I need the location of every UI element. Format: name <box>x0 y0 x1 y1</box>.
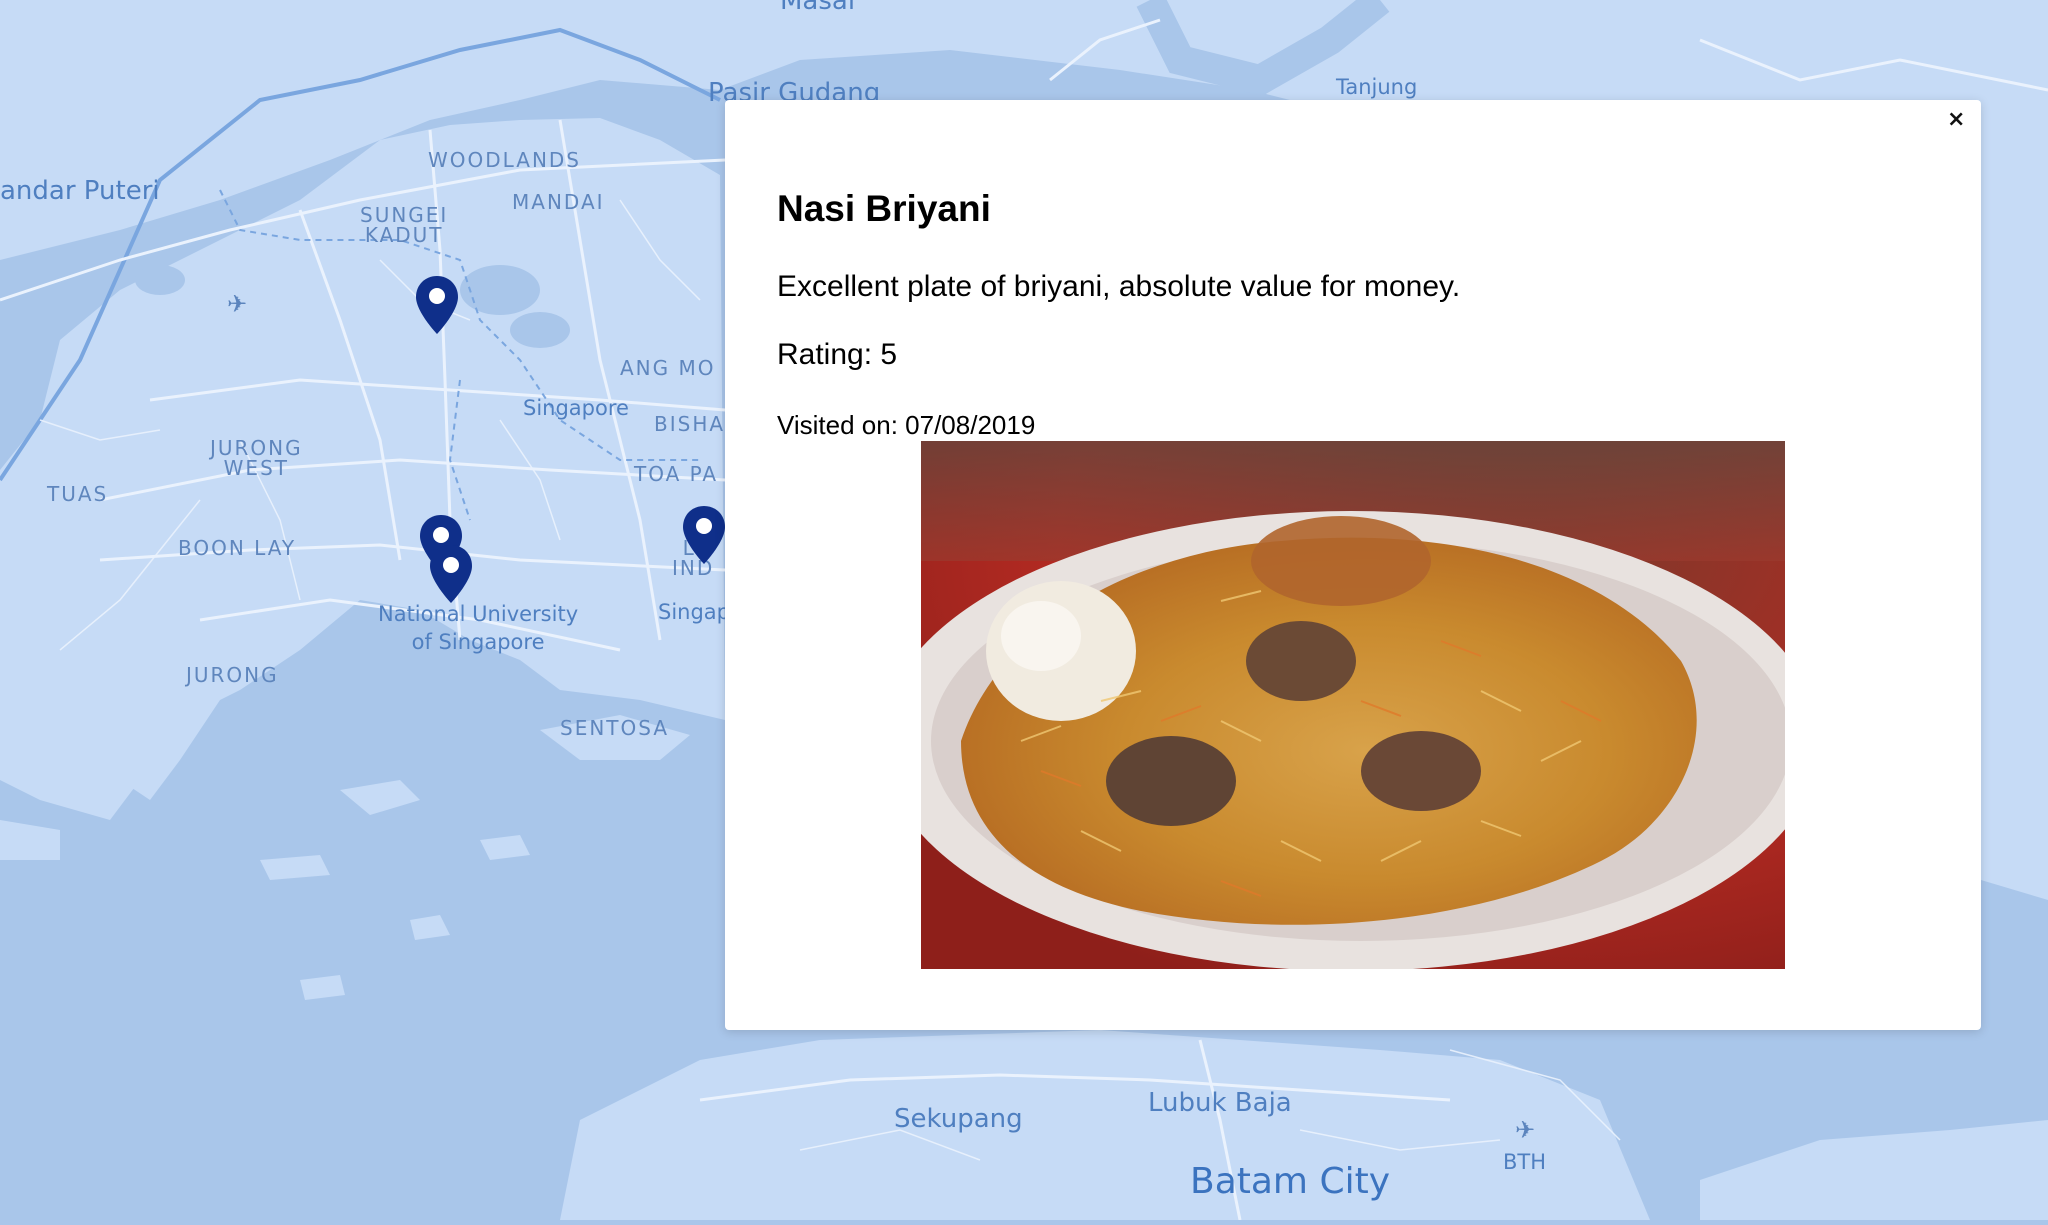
place-detail-modal: × Nasi Briyani Excellent plate of briyan… <box>725 100 1981 1030</box>
place-title: Nasi Briyani <box>777 188 991 229</box>
map-label-singap: Singap <box>658 600 731 624</box>
map-label-masai: Masai <box>780 0 856 16</box>
map-label-sekupang: Sekupang <box>894 1104 1023 1134</box>
map-label-batam-city: Batam City <box>1190 1161 1391 1202</box>
map-label-bisha: BISHA <box>654 412 726 436</box>
map-label-ang-mo: ANG MO <box>620 356 716 380</box>
airport-icon: ✈ <box>1514 1117 1536 1144</box>
map-label-bth: BTH <box>1503 1150 1547 1174</box>
map-label-bandar-puteri: andar Puteri <box>0 176 160 206</box>
map-label-boon-lay: BOON LAY <box>178 536 297 560</box>
close-button[interactable]: × <box>1941 104 1971 134</box>
map-label-sentosa: SENTOSA <box>560 716 669 740</box>
close-icon: × <box>1947 106 1966 132</box>
map-label-jurong: JURONG <box>186 663 279 687</box>
place-description: Excellent plate of briyani, absolute val… <box>777 270 1461 303</box>
food-photo <box>921 441 1785 969</box>
map-marker-icon[interactable] <box>681 504 727 566</box>
map-label-singapore: Singapore <box>523 396 629 420</box>
map-label-sungei-kadut: SUNGEI KADUT <box>360 203 449 247</box>
map-marker-icon[interactable] <box>414 274 460 336</box>
map-label-nus: National University of Singapore <box>378 602 579 655</box>
map-label-toa-pa: TOA PA <box>634 462 719 486</box>
map-label-jurong-west: JURONG WEST <box>210 436 303 480</box>
place-rating: Rating: 5 <box>777 338 898 371</box>
map-marker-icon[interactable] <box>428 543 474 605</box>
airport-icon: ✈ <box>226 291 248 318</box>
map-label-woodlands: WOODLANDS <box>428 148 581 172</box>
visited-date: Visited on: 07/08/2019 <box>777 410 1036 440</box>
map-label-tanjung: Tanjung <box>1336 75 1418 99</box>
map-label-tuas: TUAS <box>47 482 109 506</box>
map-label-mandai: MANDAI <box>512 190 605 214</box>
map-label-lubuk-baja: Lubuk Baja <box>1148 1088 1292 1118</box>
